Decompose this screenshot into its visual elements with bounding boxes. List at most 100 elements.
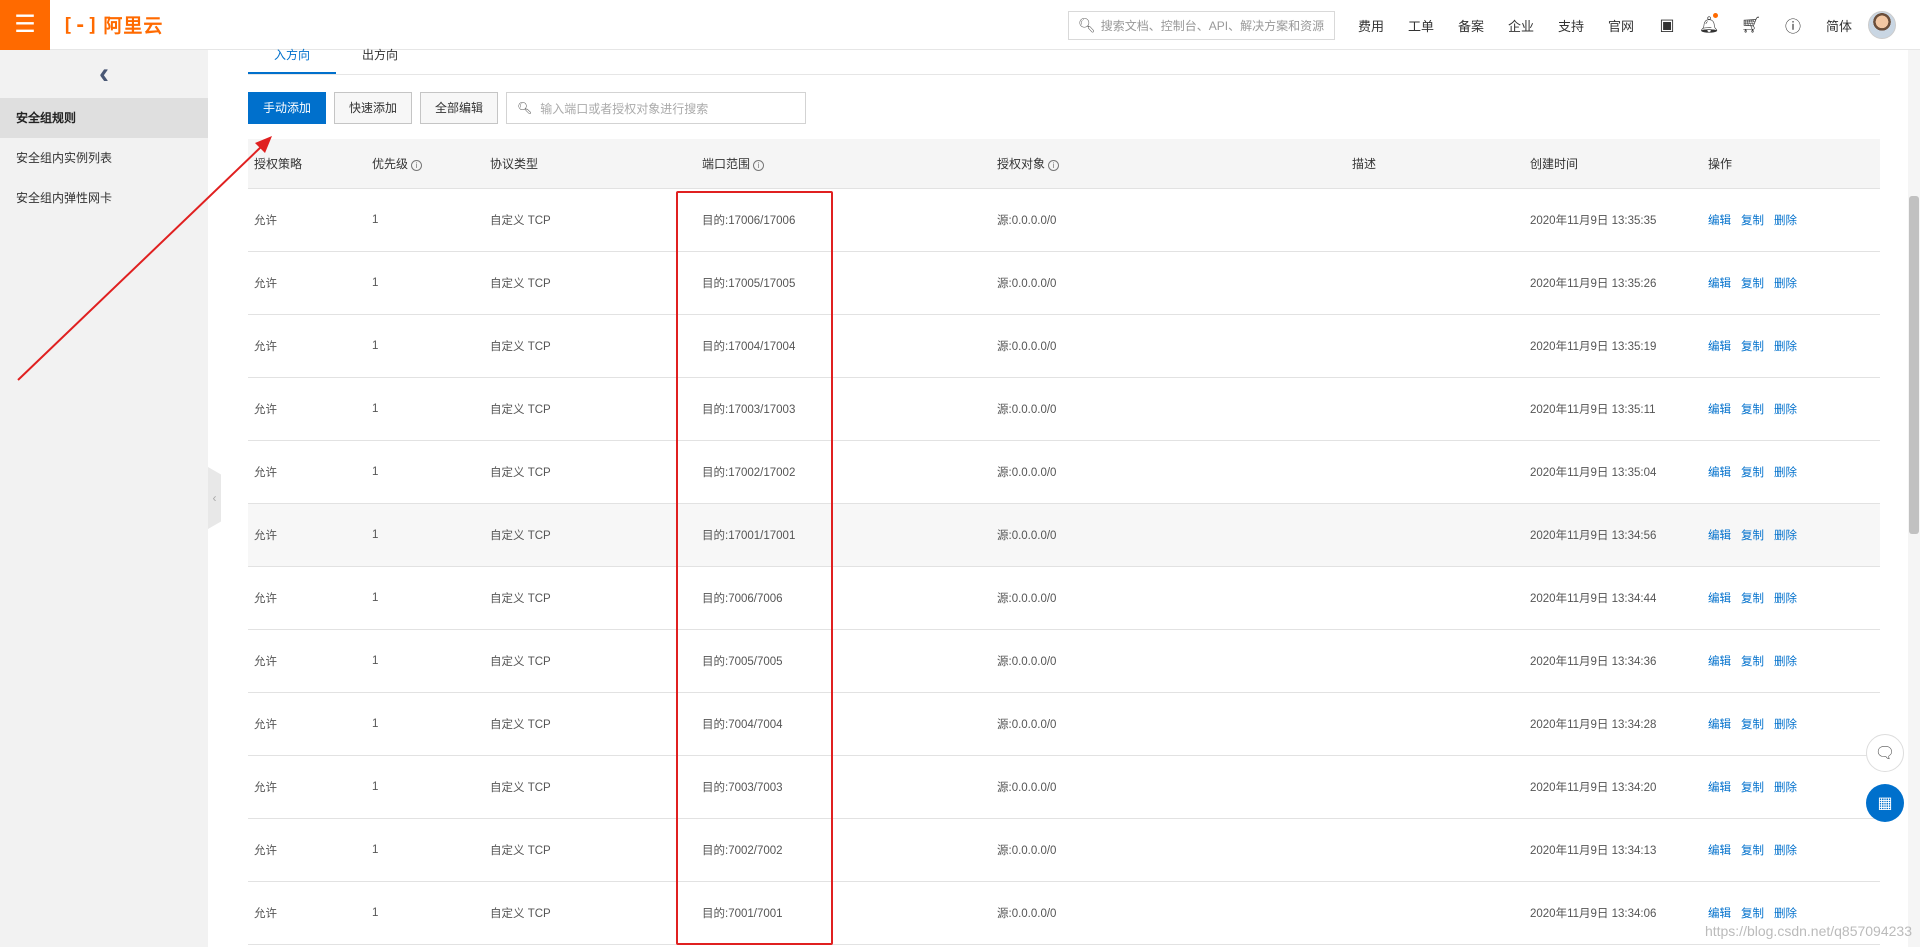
chat-icon[interactable]: 🗨︎ [1866,734,1904,772]
edit-link[interactable]: 编辑 [1708,656,1731,668]
scrollbar-thumb[interactable] [1909,196,1919,534]
cell-policy: 允许 [254,782,277,794]
table-row: 允许 1 自定义 TCP 目的:17004/17004 源:0.0.0.0/0 2020年… [248,315,1880,378]
delete-link[interactable]: 删除 [1774,530,1797,542]
copy-link[interactable]: 复制 [1741,215,1764,227]
terminal-icon[interactable]: ▣ [1646,15,1688,35]
copy-link[interactable]: 复制 [1741,278,1764,290]
cell-policy: 允许 [254,467,277,479]
edit-link[interactable]: 编辑 [1708,404,1731,416]
delete-link[interactable]: 删除 [1774,215,1797,227]
cell-policy: 允许 [254,341,277,353]
delete-link[interactable]: 删除 [1774,719,1797,731]
edit-link[interactable]: 编辑 [1708,908,1731,920]
edit-link[interactable]: 编辑 [1708,467,1731,479]
cell-priority: 1 [372,529,379,541]
copy-link[interactable]: 复制 [1741,341,1764,353]
sidebar-collapse-handle[interactable]: ‹ [208,467,221,529]
sidebar-item-rules[interactable]: 安全组规则 [0,98,208,138]
table-row: 允许 1 自定义 TCP 目的:7003/7003 源:0.0.0.0/0 2020年11… [248,756,1880,819]
copy-link[interactable]: 复制 [1741,656,1764,668]
copy-link[interactable]: 复制 [1741,782,1764,794]
delete-link[interactable]: 删除 [1774,278,1797,290]
watermark: https://blog.csdn.net/q857094233 [1704,923,1912,939]
delete-link[interactable]: 删除 [1774,845,1797,857]
edit-link[interactable]: 编辑 [1708,278,1731,290]
main-content: 入方向 出方向 手动添加 快速添加 全部编辑 🔍︎ 输入端口或者授权对象进行搜索… [248,49,1880,945]
copy-link[interactable]: 复制 [1741,404,1764,416]
nav-enterprise[interactable]: 企业 [1496,16,1546,35]
header-desc: 描述 [1352,157,1377,171]
delete-link[interactable]: 删除 [1774,908,1797,920]
delete-link[interactable]: 删除 [1774,656,1797,668]
edit-link[interactable]: 编辑 [1708,593,1731,605]
nav-website[interactable]: 官网 [1596,16,1646,35]
edit-link[interactable]: 编辑 [1708,215,1731,227]
delete-link[interactable]: 删除 [1774,404,1797,416]
nav-icp[interactable]: 备案 [1446,16,1496,35]
cell-actions: 编辑 复制 删除 [1702,275,1880,291]
edit-link[interactable]: 编辑 [1708,845,1731,857]
manual-add-button[interactable]: 手动添加 [248,92,327,124]
cell-created: 2020年11月9日 13:35:11 [1530,404,1656,416]
info-icon[interactable]: i [411,160,423,171]
header-actions: 操作 [1708,157,1733,171]
language-switch[interactable]: 简体 [1814,16,1864,35]
cell-source: 源:0.0.0.0/0 [997,215,1057,227]
quick-add-button[interactable]: 快速添加 [334,92,413,124]
sidebar-item-eni[interactable]: 安全组内弹性网卡 [0,178,208,218]
cell-priority: 1 [372,844,379,856]
cell-port: 目的:7001/7001 [702,908,783,920]
edit-all-button[interactable]: 全部编辑 [420,92,499,124]
copy-link[interactable]: 复制 [1741,908,1764,920]
back-icon[interactable]: ‹ [0,50,208,98]
search-icon: 🔍︎ [1078,17,1096,33]
edit-link[interactable]: 编辑 [1708,341,1731,353]
avatar[interactable] [1868,11,1896,39]
delete-link[interactable]: 删除 [1774,593,1797,605]
copy-link[interactable]: 复制 [1741,719,1764,731]
global-search-input[interactable]: 🔍︎ 搜索文档、控制台、API、解决方案和资源 [1068,11,1335,40]
cell-priority: 1 [372,592,379,604]
tab-outbound[interactable]: 出方向 [336,49,424,74]
bell-icon[interactable]: 🔔︎ [1688,13,1730,35]
copy-link[interactable]: 复制 [1741,845,1764,857]
cart-icon[interactable]: 🛒︎ [1730,15,1772,35]
nav-tickets[interactable]: 工单 [1396,16,1446,35]
edit-link[interactable]: 编辑 [1708,782,1731,794]
delete-link[interactable]: 删除 [1774,341,1797,353]
cell-actions: 编辑 复制 删除 [1702,653,1880,669]
table-row: 允许 1 自定义 TCP 目的:7004/7004 源:0.0.0.0/0 2020年11… [248,693,1880,756]
hamburger-icon[interactable]: ☰ [0,0,50,50]
copy-link[interactable]: 复制 [1741,530,1764,542]
copy-link[interactable]: 复制 [1741,593,1764,605]
rule-search-placeholder: 输入端口或者授权对象进行搜索 [540,101,709,116]
cell-protocol: 自定义 TCP [490,341,551,353]
cell-created: 2020年11月9日 13:34:28 [1530,719,1657,731]
cell-source: 源:0.0.0.0/0 [997,782,1057,794]
rule-search-input[interactable]: 🔍︎ 输入端口或者授权对象进行搜索 [506,92,807,124]
cell-priority: 1 [372,718,379,730]
info-icon[interactable]: i [753,160,765,171]
cell-port: 目的:7005/7005 [702,656,783,668]
aliyun-logo[interactable]: [-] 阿里云 [62,11,163,38]
sidebar-item-instances[interactable]: 安全组内实例列表 [0,138,208,178]
edit-link[interactable]: 编辑 [1708,530,1731,542]
apps-icon[interactable]: ▦ [1866,784,1904,822]
cell-priority: 1 [372,403,379,415]
nav-fees[interactable]: 费用 [1346,16,1396,35]
cell-actions: 编辑 复制 删除 [1702,905,1880,921]
nav-support[interactable]: 支持 [1546,16,1596,35]
help-icon[interactable]: ⓘ [1772,13,1814,37]
edit-link[interactable]: 编辑 [1708,719,1731,731]
table-row: 允许 1 自定义 TCP 目的:17003/17003 源:0.0.0.0/0 2020年… [248,378,1880,441]
cell-port: 目的:7002/7002 [702,845,783,857]
copy-link[interactable]: 复制 [1741,467,1764,479]
cell-port: 目的:7004/7004 [702,719,783,731]
delete-link[interactable]: 删除 [1774,782,1797,794]
header-priority-label: 优先级 [372,157,409,171]
info-icon[interactable]: i [1048,160,1060,171]
tab-inbound[interactable]: 入方向 [248,49,336,74]
delete-link[interactable]: 删除 [1774,467,1797,479]
header-source: 授权对象 i [991,155,1346,172]
